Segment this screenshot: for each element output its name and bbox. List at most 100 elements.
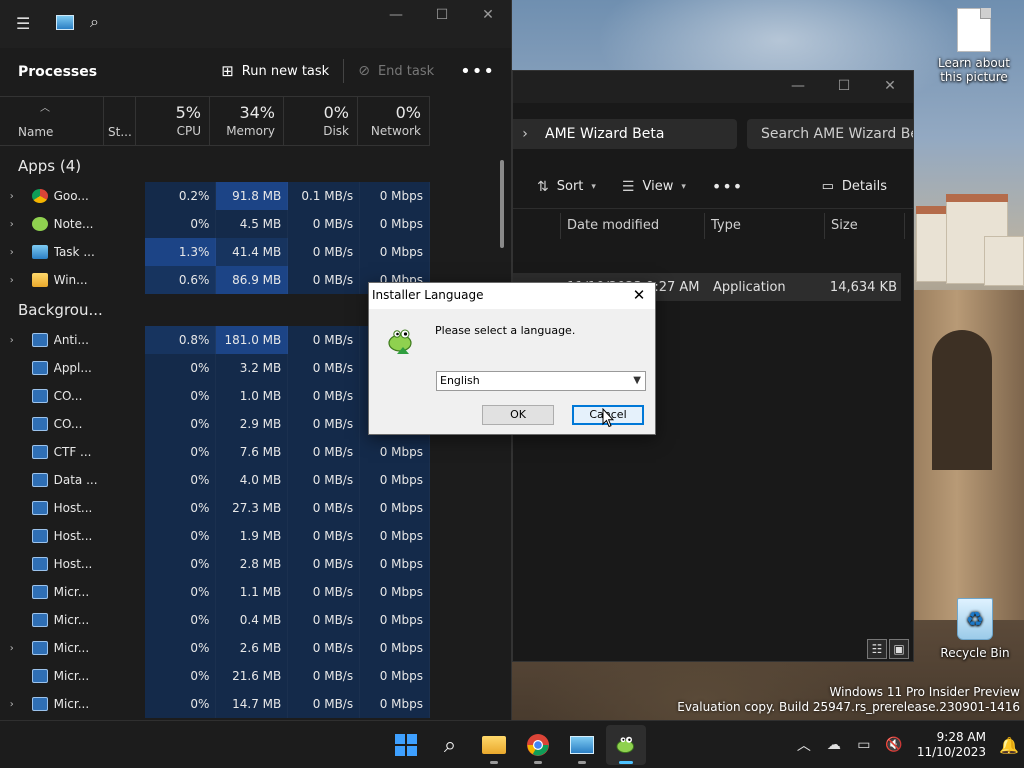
close-icon[interactable]: ✕ — [465, 0, 511, 30]
column-disk[interactable]: 0% Disk — [284, 97, 358, 145]
expand-chevron-icon[interactable]: › — [0, 335, 18, 346]
more-icon[interactable]: ••• — [448, 61, 495, 82]
process-row[interactable]: Micr... 0% 0.4 MB 0 MB/s 0 Mbps — [0, 606, 431, 634]
expand-chevron-icon[interactable]: › — [0, 219, 18, 230]
taskbar-file-explorer[interactable] — [474, 725, 514, 765]
onedrive-offline-icon[interactable]: ☁ — [819, 737, 849, 753]
process-row[interactable]: Data ... 0% 4.0 MB 0 MB/s 0 Mbps — [0, 466, 431, 494]
expand-chevron-icon[interactable]: › — [0, 643, 18, 654]
chevron-up-icon[interactable]: ︿ — [789, 735, 819, 755]
process-row[interactable]: Host... 0% 27.3 MB 0 MB/s 0 Mbps — [0, 494, 431, 522]
close-icon[interactable]: ✕ — [629, 283, 649, 307]
taskbar-installer[interactable] — [606, 725, 646, 765]
active-indicator — [619, 761, 633, 764]
scrollbar-thumb[interactable] — [500, 160, 504, 248]
service-icon — [31, 529, 48, 543]
process-row[interactable]: CO...0%2.9 MB0 MB/s0 Mbps — [0, 410, 431, 438]
process-row[interactable]: › Note... 0% 4.5 MB 0 MB/s 0 Mbps — [0, 210, 431, 238]
dialog-titlebar[interactable]: Installer Language ✕ — [369, 283, 655, 309]
sort-button[interactable]: ⇅ Sort ▾ — [537, 179, 596, 195]
view-button[interactable]: ☰ View ▾ — [622, 179, 686, 195]
end-task-button[interactable]: ⊘ End task — [344, 58, 448, 84]
process-disk: 0 MB/s — [288, 210, 361, 238]
minimize-icon[interactable]: — — [373, 0, 419, 30]
process-row[interactable]: Host... 0% 2.8 MB 0 MB/s 0 Mbps — [0, 550, 431, 578]
network-icon[interactable]: ▭ — [849, 737, 879, 753]
notepadpp-chameleon-icon — [388, 329, 412, 354]
process-disk: 0 MB/s — [288, 550, 361, 578]
maximize-icon[interactable]: ☐ — [419, 0, 465, 30]
address-box[interactable]: › AME Wizard Beta — [513, 119, 737, 149]
start-button[interactable] — [386, 725, 426, 765]
process-row[interactable]: › Micr... 0% 14.7 MB 0 MB/s 0 Mbps — [0, 690, 431, 718]
process-name: CO... — [53, 417, 83, 431]
column-date-modified[interactable]: Date modified — [561, 213, 705, 239]
process-network: 0 Mbps — [360, 550, 431, 578]
expand-chevron-icon[interactable]: › — [0, 699, 18, 710]
process-network: 0 Mbps — [360, 182, 431, 210]
process-row[interactable]: › Win... 0.6% 86.9 MB 0 MB/s 0 Mbps — [0, 266, 431, 294]
explorer-search-input[interactable]: Search AME Wizard Beta — [747, 119, 913, 149]
close-icon[interactable]: ✕ — [867, 71, 913, 101]
run-new-task-button[interactable]: ⊞ Run new task — [207, 58, 343, 84]
chevron-down-icon: ▾ — [591, 181, 596, 192]
task-manager-titlebar[interactable]: ☰ ⌕ — ☐ ✕ — [0, 0, 511, 48]
explorer-titlebar[interactable]: — ☐ ✕ — [513, 71, 913, 103]
process-row[interactable]: Appl...0%3.2 MB0 MB/s0 Mbps — [0, 354, 431, 382]
column-memory[interactable]: 34% Memory — [210, 97, 284, 145]
process-row[interactable]: CO...0%1.0 MB0 MB/s0 Mbps — [0, 382, 431, 410]
desktop-icon-recycle-bin[interactable]: ♻ Recycle Bin — [935, 598, 1015, 660]
process-row[interactable]: › Micr... 0% 2.6 MB 0 MB/s 0 Mbps — [0, 634, 431, 662]
process-row[interactable]: Host... 0% 1.9 MB 0 MB/s 0 Mbps — [0, 522, 431, 550]
hamburger-menu-icon[interactable]: ☰ — [16, 14, 30, 33]
minimize-icon[interactable]: — — [775, 71, 821, 101]
expand-chevron-icon[interactable]: › — [0, 275, 18, 286]
process-cpu: 0% — [144, 410, 217, 438]
column-type[interactable]: Type — [705, 213, 825, 239]
taskbar-chrome[interactable] — [518, 725, 558, 765]
process-disk: 0 MB/s — [288, 494, 361, 522]
chevron-right-icon[interactable]: › — [513, 126, 537, 142]
volume-muted-icon[interactable]: 🔇 — [879, 737, 909, 753]
process-row[interactable]: Micr... 0% 1.1 MB 0 MB/s 0 Mbps — [0, 578, 431, 606]
address-path: AME Wizard Beta — [545, 126, 665, 142]
process-row[interactable]: Micr... 0% 21.6 MB 0 MB/s 0 Mbps — [0, 662, 431, 690]
details-view-icon[interactable]: ☷ — [867, 639, 887, 659]
desktop-icon-label: Learn about this picture — [938, 56, 1010, 84]
column-name-partial[interactable] — [513, 213, 561, 239]
more-options-button[interactable]: ••• — [712, 177, 743, 196]
desktop-icon-learn-picture[interactable]: Learn about this picture — [934, 8, 1014, 84]
details-label: Details — [841, 179, 887, 194]
column-name[interactable]: ︿ Name — [0, 97, 104, 145]
column-network[interactable]: 0% Network — [358, 97, 430, 145]
process-name: Micr... — [53, 585, 90, 599]
column-cpu[interactable]: 5% CPU — [136, 97, 210, 145]
column-status[interactable]: St... — [104, 97, 136, 145]
tiles-view-icon[interactable]: ▣ — [889, 639, 909, 659]
process-row[interactable]: › Task ... 1.3% 41.4 MB 0 MB/s 0 Mbps — [0, 238, 431, 266]
process-network: 0 Mbps — [360, 522, 431, 550]
process-row[interactable]: ›Anti...0.8%181.0 MB0 MB/s0 Mbps — [0, 326, 431, 354]
column-size[interactable]: Size — [825, 213, 905, 239]
maximize-icon[interactable]: ☐ — [821, 71, 867, 101]
file-type: Application — [713, 279, 786, 295]
expand-chevron-icon[interactable]: › — [0, 247, 18, 258]
process-row[interactable]: › Goo... 0.2% 91.8 MB 0.1 MB/s 0 Mbps — [0, 182, 431, 210]
task-manager-icon — [31, 245, 48, 259]
process-disk: 0 MB/s — [288, 578, 361, 606]
process-row[interactable]: CTF ... 0% 7.6 MB 0 MB/s 0 Mbps — [0, 438, 431, 466]
view-toggle-group: ☷ ▣ — [867, 639, 909, 659]
clock[interactable]: 9:28 AM 11/10/2023 — [909, 730, 994, 760]
search-icon[interactable]: ⌕ — [90, 12, 99, 32]
taskbar-task-manager[interactable] — [562, 725, 602, 765]
explorer-column-header: Date modified Type Size — [513, 213, 913, 239]
details-button[interactable]: ▭ Details — [822, 179, 887, 194]
process-memory: 2.8 MB — [216, 550, 289, 578]
expand-chevron-icon[interactable]: › — [0, 191, 18, 202]
taskbar-search-button[interactable]: ⌕ — [430, 725, 470, 765]
process-network: 0 Mbps — [360, 494, 431, 522]
language-select[interactable]: English ▼ — [436, 371, 646, 391]
page-title: Processes — [18, 64, 98, 80]
notification-bell-icon[interactable]: 🔔 — [994, 736, 1024, 755]
ok-button[interactable]: OK — [482, 405, 554, 425]
